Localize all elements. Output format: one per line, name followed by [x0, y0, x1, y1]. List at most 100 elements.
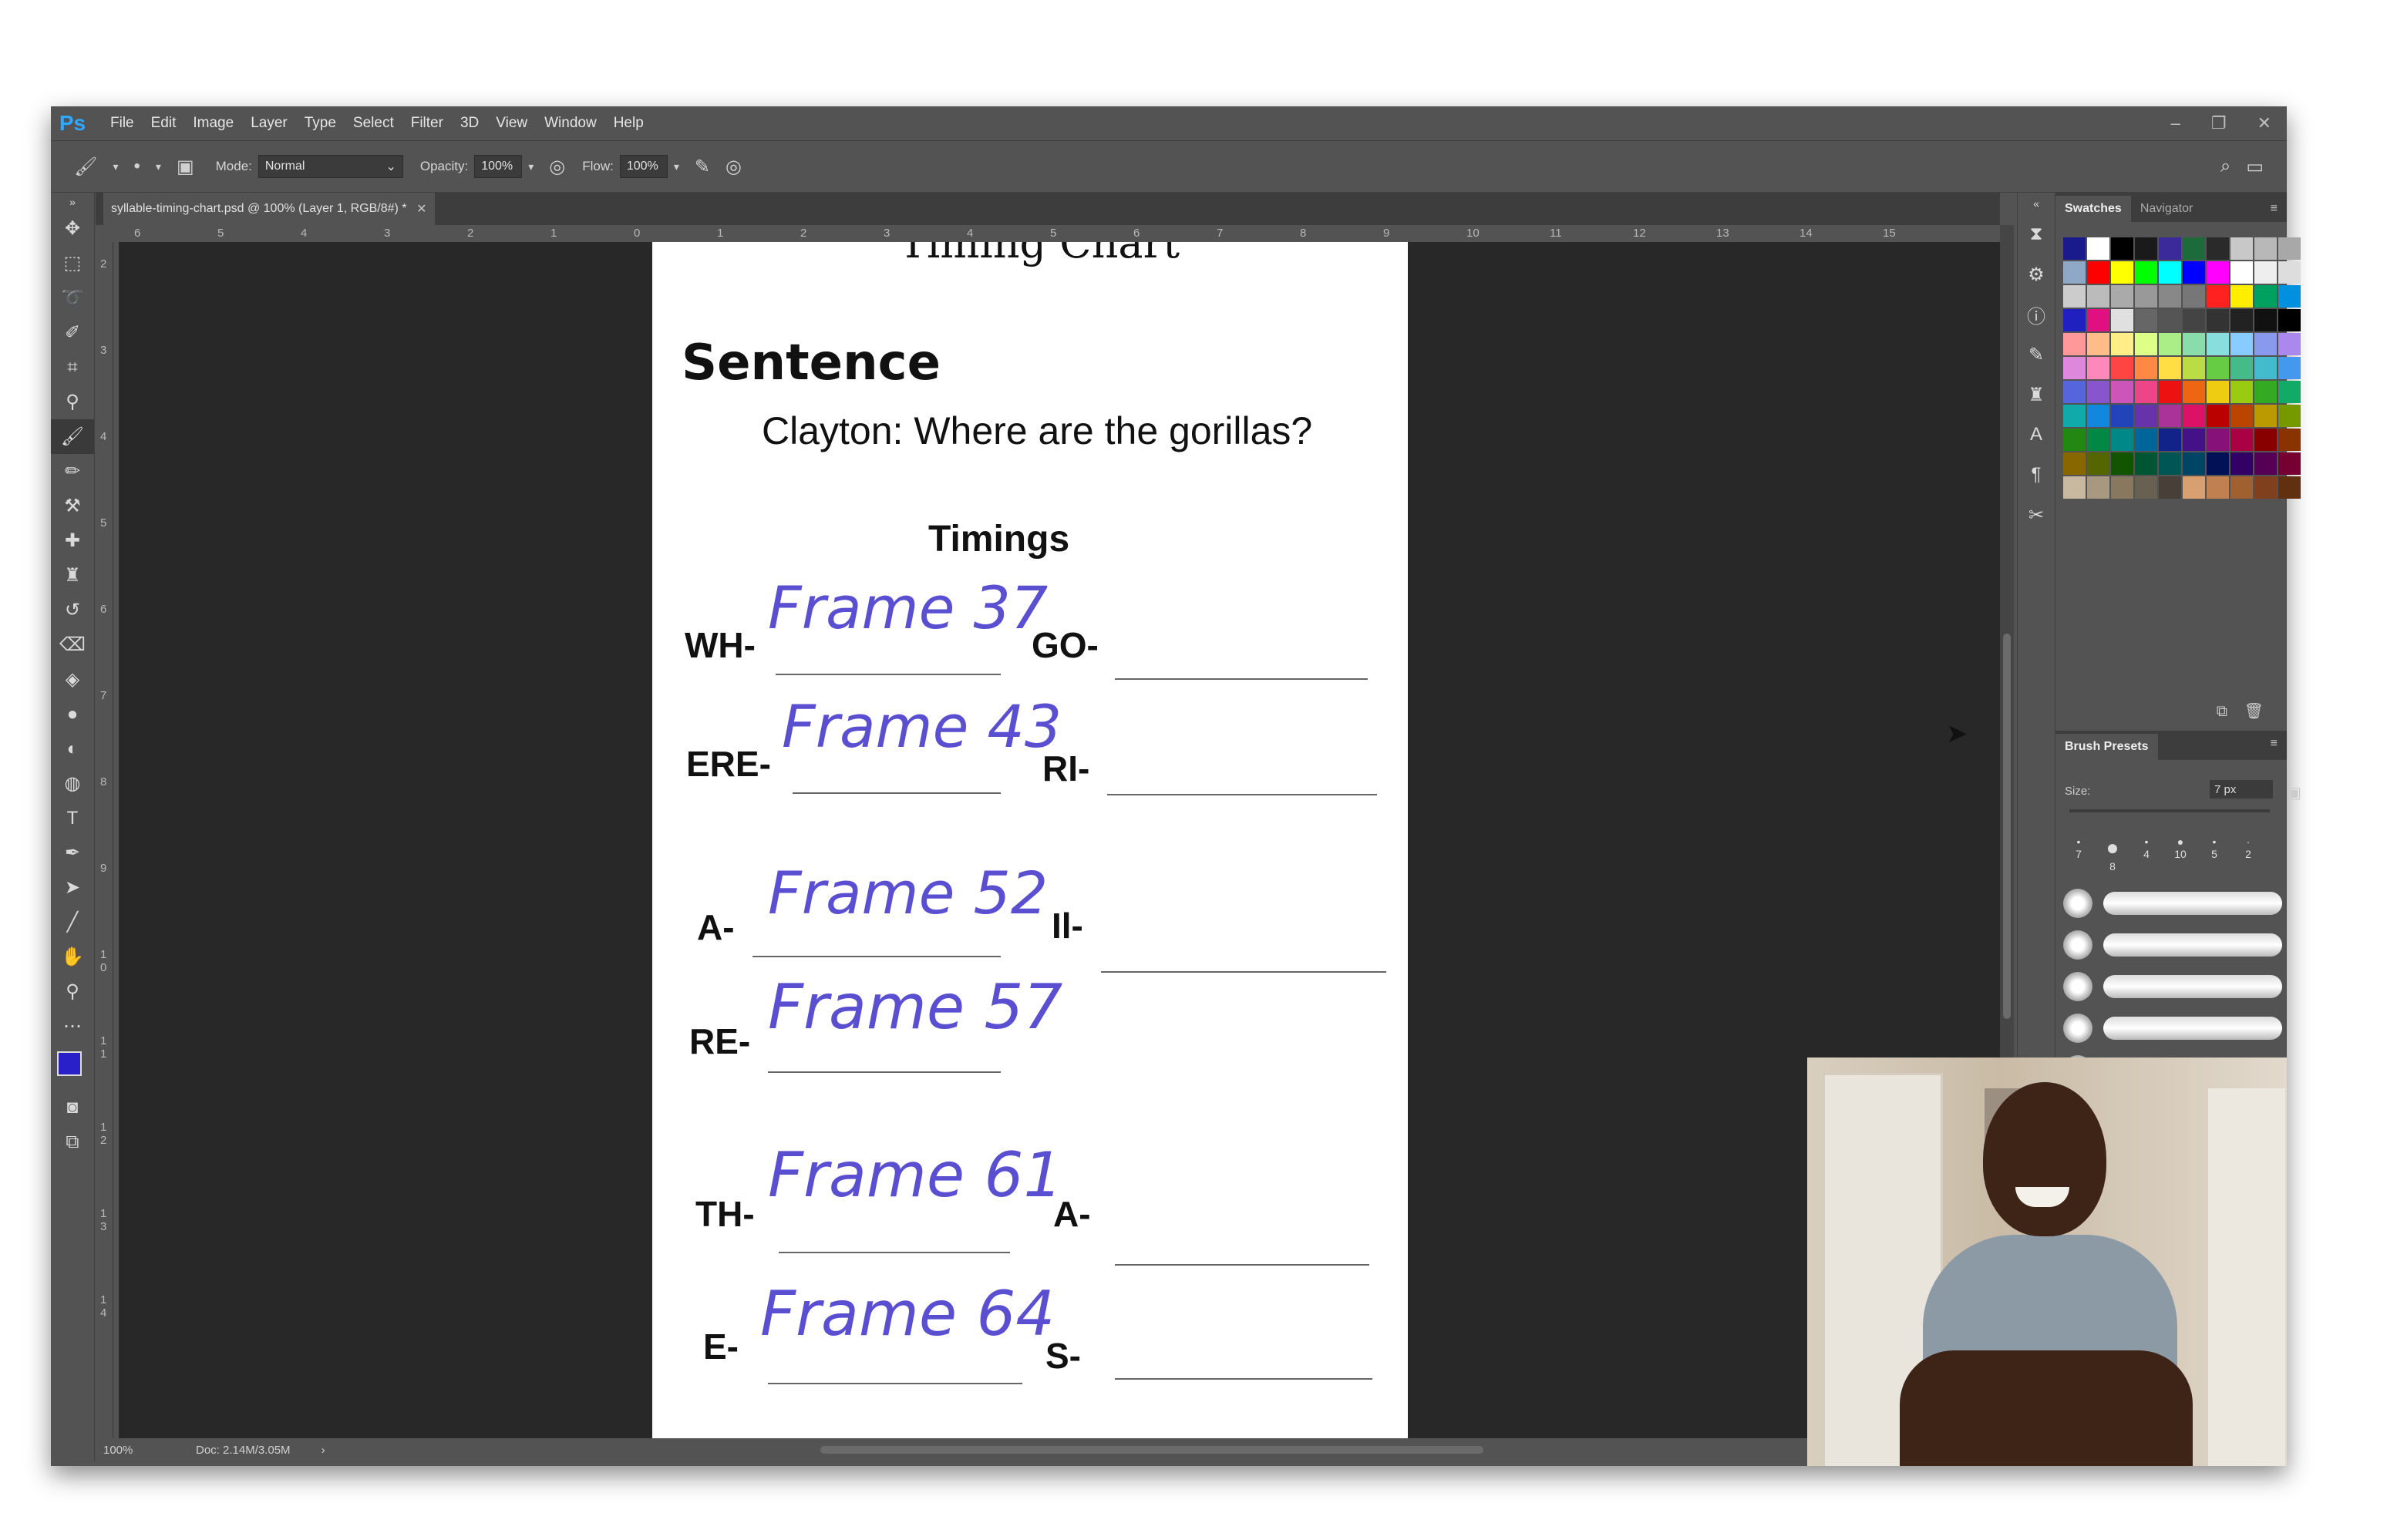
swatch[interactable] [2159, 309, 2181, 331]
collapse-icon[interactable]: » [51, 193, 94, 211]
swatch[interactable] [2159, 357, 2181, 379]
airbrush-icon[interactable]: ✎ [695, 156, 710, 178]
swatch[interactable] [2159, 452, 2181, 475]
swatch[interactable] [2207, 476, 2229, 499]
swatch[interactable] [2063, 381, 2086, 403]
crop-tool-icon[interactable]: ⌗ [51, 350, 94, 385]
doc-size[interactable]: Doc: 2.14M/3.05M [196, 1444, 291, 1457]
swatch[interactable] [2183, 381, 2205, 403]
menu-edit[interactable]: Edit [143, 115, 185, 132]
paragraph-panel-icon[interactable]: ¶ [2018, 455, 2055, 495]
swatch[interactable] [2207, 357, 2229, 379]
chevron-down-icon[interactable]: ▾ [528, 160, 534, 173]
swatch[interactable] [2111, 381, 2133, 403]
brush-presets-tab[interactable]: Brush Presets [2055, 734, 2158, 760]
clone-source-icon[interactable]: ♜ [2018, 375, 2055, 415]
brush-size-icon[interactable]: • [134, 156, 140, 177]
brush-tool-icon[interactable]: 🖌 [74, 156, 97, 178]
swatch[interactable] [2278, 452, 2301, 475]
swatch[interactable] [2135, 452, 2157, 475]
opacity-input[interactable]: 100% [474, 155, 523, 178]
swatch[interactable] [2230, 333, 2253, 355]
chevron-down-icon[interactable]: ▾ [674, 160, 679, 173]
swatch[interactable] [2135, 357, 2157, 379]
swatch[interactable] [2111, 405, 2133, 427]
blur-tool-icon[interactable]: ● [51, 697, 94, 731]
swatch[interactable] [2254, 381, 2277, 403]
move-tool-icon[interactable]: ✥ [51, 211, 94, 246]
size-input[interactable]: 7 px [2210, 780, 2273, 799]
swatch[interactable] [2135, 429, 2157, 451]
swatch[interactable] [2207, 452, 2229, 475]
menu-window[interactable]: Window [536, 115, 605, 132]
swatch[interactable] [2183, 285, 2205, 308]
navigator-tab[interactable]: Navigator [2131, 196, 2202, 222]
brush-tip[interactable]: • 5 [2199, 836, 2230, 873]
eraser-tool-icon[interactable]: ⌫ [51, 627, 94, 662]
pencil-tool-icon[interactable]: ✏ [51, 454, 94, 489]
brush-panel-icon[interactable]: ✎ [2018, 335, 2055, 375]
pen-tool-icon[interactable]: ✒ [51, 836, 94, 870]
swatch[interactable] [2087, 405, 2109, 427]
swatch[interactable] [2063, 476, 2086, 499]
swatch[interactable] [2207, 237, 2229, 260]
menu-3d[interactable]: 3D [452, 115, 487, 132]
swatch[interactable] [2135, 333, 2157, 355]
swatch[interactable] [2254, 476, 2277, 499]
swatch[interactable] [2111, 237, 2133, 260]
swatch[interactable] [2087, 309, 2109, 331]
trash-icon[interactable]: 🗑 [2244, 703, 2264, 720]
swatch[interactable] [2159, 237, 2181, 260]
swatch[interactable] [2278, 429, 2301, 451]
brush-preset-row[interactable] [2063, 968, 2287, 1005]
close-icon[interactable]: ✕ [2257, 113, 2271, 133]
swatch[interactable] [2207, 381, 2229, 403]
sponge-tool-icon[interactable]: ◍ [51, 766, 94, 801]
swatch[interactable] [2254, 357, 2277, 379]
swatch[interactable] [2159, 261, 2181, 284]
swatch[interactable] [2063, 237, 2086, 260]
swatch[interactable] [2159, 333, 2181, 355]
swatch[interactable] [2087, 429, 2109, 451]
swatch[interactable] [2207, 333, 2229, 355]
history-brush-tool-icon[interactable]: ↺ [51, 593, 94, 627]
size-slider[interactable] [2069, 809, 2270, 812]
marquee-tool-icon[interactable]: ⬚ [51, 246, 94, 281]
menu-type[interactable]: Type [296, 115, 345, 132]
swatch[interactable] [2254, 452, 2277, 475]
chevron-down-icon[interactable]: ▾ [156, 160, 161, 173]
workspace-icon[interactable]: ▭ [2246, 156, 2264, 178]
collapse-icon[interactable]: « [2018, 193, 2055, 214]
quick-mask-icon[interactable]: ◙ [51, 1090, 94, 1125]
character-panel-icon[interactable]: A [2018, 415, 2055, 455]
canvas-area[interactable]: Timing Chart Sentence Clayton: Where are… [119, 242, 2000, 1438]
swatch[interactable] [2230, 476, 2253, 499]
swatch[interactable] [2278, 357, 2301, 379]
zoom-tool-icon[interactable]: ⚲ [51, 974, 94, 1009]
panel-menu-icon[interactable]: ≡ [2271, 202, 2278, 222]
swatch[interactable] [2254, 405, 2277, 427]
swatch[interactable] [2063, 309, 2086, 331]
paint-bucket-tool-icon[interactable]: ◈ [51, 662, 94, 697]
swatch[interactable] [2254, 261, 2277, 284]
swatch[interactable] [2135, 285, 2157, 308]
brush-settings-icon[interactable]: ▣ [2287, 783, 2301, 802]
swatch[interactable] [2135, 405, 2157, 427]
properties-panel-icon[interactable]: ⚙ [2018, 254, 2055, 294]
swatch[interactable] [2278, 476, 2301, 499]
swatch[interactable] [2183, 405, 2205, 427]
document-page[interactable]: Timing Chart Sentence Clayton: Where are… [652, 242, 1408, 1438]
line-tool-icon[interactable]: ╱ [51, 905, 94, 940]
swatch[interactable] [2135, 309, 2157, 331]
swatch[interactable] [2087, 333, 2109, 355]
more-tools-icon[interactable]: ⋯ [51, 1009, 94, 1044]
swatch[interactable] [2230, 429, 2253, 451]
swatches-tab[interactable]: Swatches [2055, 196, 2131, 222]
screen-mode-icon[interactable]: ⧉ [51, 1125, 94, 1159]
swatch[interactable] [2183, 309, 2205, 331]
swatch[interactable] [2087, 285, 2109, 308]
swatch[interactable] [2183, 237, 2205, 260]
brush-preset-row[interactable] [2063, 885, 2287, 922]
swatch[interactable] [2207, 261, 2229, 284]
foreground-color[interactable] [57, 1051, 82, 1076]
